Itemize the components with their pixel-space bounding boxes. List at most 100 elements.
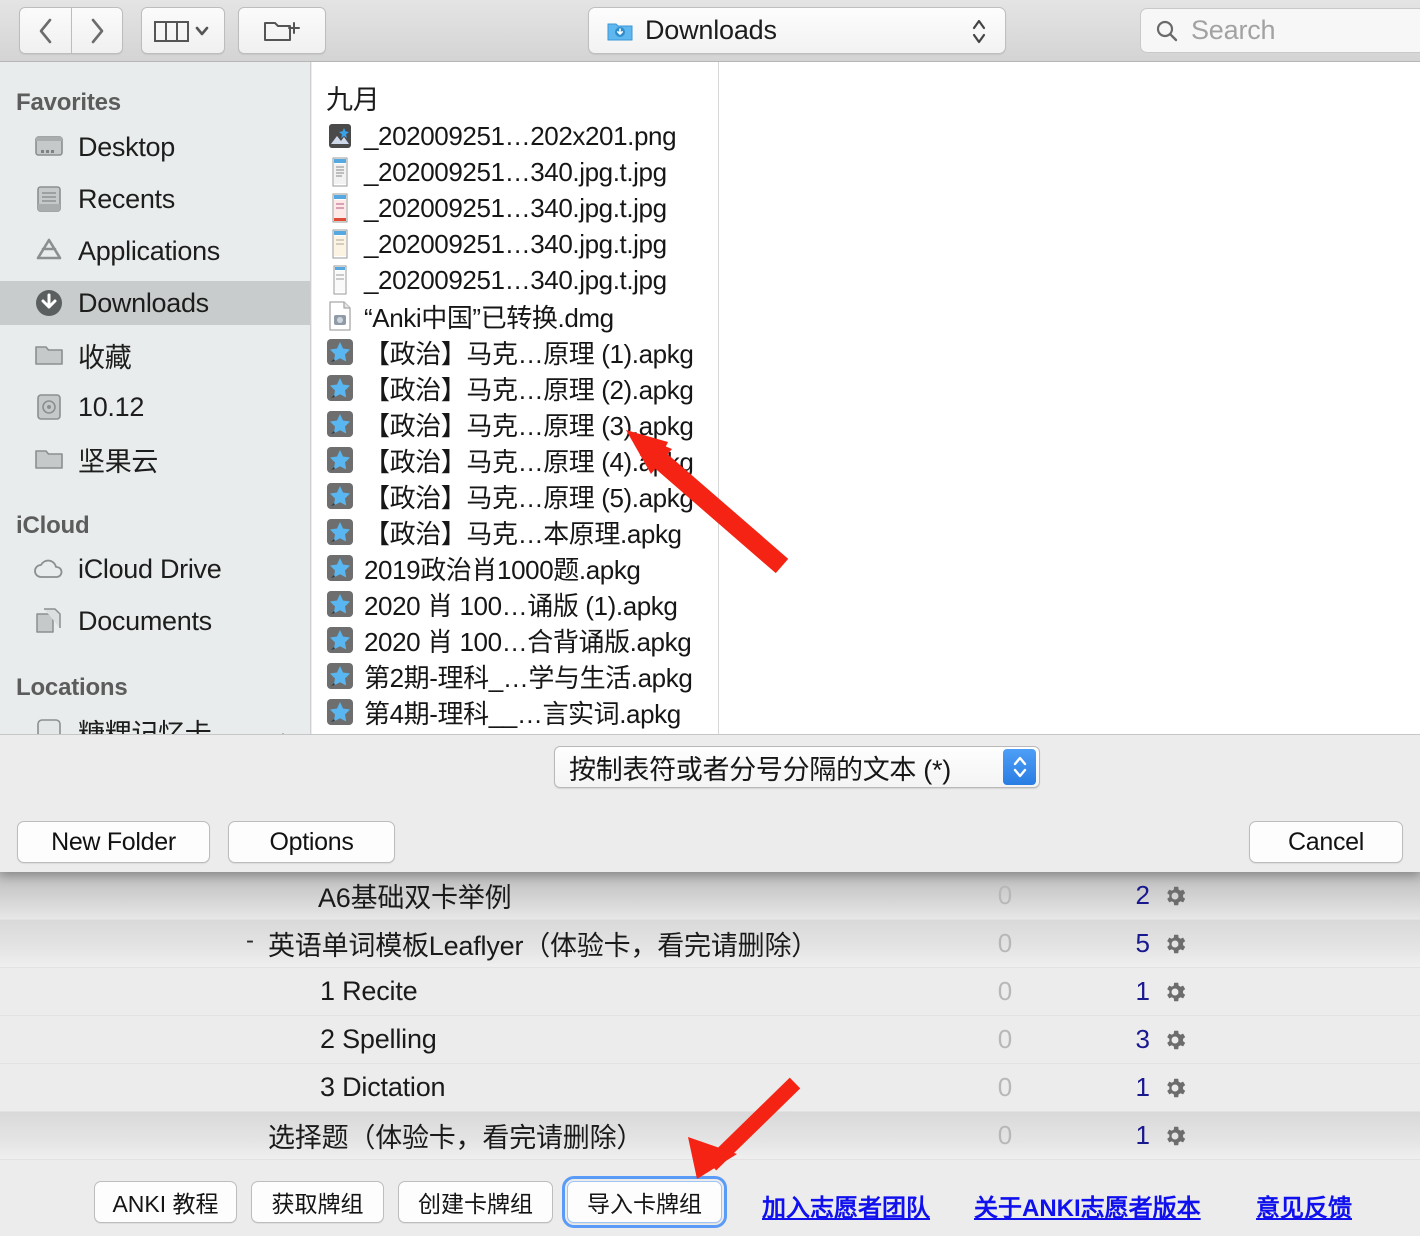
view-mode-button[interactable] [141,7,225,54]
list-item[interactable]: 【政治】马克…本原理.apkg [312,514,718,550]
list-item[interactable]: 【政治】马克…原理 (1).apkg [312,334,718,370]
list-item[interactable]: _202009251…340.jpg.t.jpg [312,154,718,190]
png-preview-icon [326,121,354,151]
file-type-stepper-icon[interactable] [1003,749,1036,785]
finder-toolbar: Downloads Search [0,0,1420,62]
cloud-icon [32,553,66,585]
file-name: 【政治】马克…原理 (3).apkg [364,410,694,441]
list-item[interactable]: 【政治】马克…原理 (2).apkg [312,370,718,406]
file-group-label: 九月 [326,85,380,115]
list-item[interactable]: 第2期-理科_…学与生活.apkg [312,658,718,694]
back-button[interactable] [19,7,71,54]
sidebar-item-label: iCloud Drive [78,553,222,584]
list-item[interactable]: 2020 肖 100…合背诵版.apkg [312,622,718,658]
deck-due-count: 0 [997,928,1013,958]
list-item[interactable]: 【政治】马克…原理 (3).apkg [312,406,718,442]
file-column-2[interactable] [720,62,1420,734]
dialog-action-bar: New Folder Options Cancel [0,812,1420,872]
list-item[interactable]: 【政治】马克…原理 (5).apkg [312,478,718,514]
file-open-dialog: Downloads Search Favorites Desktop Recen… [0,0,1420,872]
gear-icon[interactable] [1158,1119,1192,1153]
gear-icon[interactable] [1158,1071,1192,1105]
table-row[interactable]: A6基础双卡举例 0 2 [0,872,1420,920]
feedback-link[interactable]: 意见反馈 [1256,1188,1352,1223]
sidebar-item-downloads[interactable]: Downloads [0,281,310,325]
deck-due-count: 0 [997,880,1013,910]
sidebar-item-10-12[interactable]: 10.12 [0,385,310,429]
table-row[interactable]: - 英语单词模板Leaflyer（体验卡，看完请删除） 0 5 [0,920,1420,968]
anki-apkg-icon [326,337,354,367]
anki-apkg-icon [326,409,354,439]
sidebar-item-坚果云[interactable]: 坚果云 [0,437,310,481]
table-row[interactable]: 2 Spelling 0 3 [0,1016,1420,1064]
new-folder-action-button[interactable]: New Folder [17,821,210,863]
import-deck-button[interactable]: 导入卡牌组 [562,1176,727,1228]
sidebar-item-label: Documents [78,605,212,636]
table-row[interactable]: 1 Recite 0 1 [0,968,1420,1016]
search-input[interactable]: Search [1140,8,1420,53]
table-row[interactable]: 3 Dictation 0 1 [0,1064,1420,1112]
deck-new-count: 5 [1135,928,1150,958]
folder-icon [32,443,66,475]
about-anki-volunteer-version-link[interactable]: 关于ANKI志愿者版本 [974,1188,1201,1223]
deck-name[interactable]: 3 Dictation [320,1072,446,1103]
file-name: 【政治】马克…原理 (2).apkg [364,374,694,405]
file-name: 第2期-理科_…学与生活.apkg [364,662,693,693]
folder-icon [32,339,66,371]
get-shared-decks-button[interactable]: 获取牌组 [251,1181,384,1223]
deck-due-count: 0 [997,1072,1013,1102]
file-type-select[interactable]: 按制表符或者分号分隔的文本 (*) [554,746,1040,788]
deck-due-count: 0 [997,1120,1013,1150]
sidebar-item-documents[interactable]: Documents [0,599,310,643]
deck-name[interactable]: 2 Spelling [320,1024,437,1055]
file-column-1[interactable]: 九月 _202009251…202x201.png _202009251…340… [312,62,719,734]
sidebar-item-label: 糖粿记忆卡 [78,718,212,735]
list-item[interactable]: _202009251…340.jpg.t.jpg [312,190,718,226]
file-name: _202009251…340.jpg.t.jpg [364,156,667,187]
gear-icon[interactable] [1158,927,1192,961]
deck-name[interactable]: A6基础双卡举例 [318,876,512,915]
sidebar-item-label: 10.12 [78,391,145,422]
chevron-right-icon [91,18,104,43]
deck-name[interactable]: 选择题（体验卡，看完请删除） [268,1116,643,1155]
create-deck-button[interactable]: 创建卡牌组 [398,1181,553,1223]
list-item[interactable]: _202009251…340.jpg.t.jpg [312,226,718,262]
sidebar-section-favorites: Favorites [16,89,121,116]
new-folder-icon [264,21,300,41]
cancel-button[interactable]: Cancel [1249,821,1403,863]
options-button[interactable]: Options [228,821,395,863]
gear-icon[interactable] [1158,1023,1192,1057]
anki-tutorial-button[interactable]: ANKI 教程 [94,1181,237,1223]
list-item[interactable]: “Anki中国”已转换.dmg [312,298,718,334]
gear-icon[interactable] [1158,975,1192,1009]
sidebar-item-收藏[interactable]: 收藏 [0,333,310,377]
sidebar-item-icloud-drive[interactable]: iCloud Drive [0,547,310,591]
forward-button[interactable] [71,7,123,54]
anki-apkg-icon [326,625,354,655]
list-item[interactable]: 【政治】马克…原理 (4).apkg [312,442,718,478]
list-item[interactable]: _202009251…340.jpg.t.jpg [312,262,718,298]
deck-new-count: 2 [1135,880,1150,910]
sidebar-item-recents[interactable]: Recents [0,177,310,221]
deck-due-count: 0 [997,976,1013,1006]
list-item[interactable]: 第4期-理科__…言实词.apkg [312,694,718,730]
sidebar-item-糖粿记忆卡[interactable]: 糖粿记忆卡 [0,709,310,735]
list-item[interactable]: _202009251…202x201.png [312,118,718,154]
table-row[interactable]: 选择题（体验卡，看完请删除） 0 1 [0,1112,1420,1160]
deck-collapse-toggle[interactable]: - [240,929,260,953]
path-stepper-icon[interactable] [971,16,987,47]
new-folder-button[interactable] [238,7,326,54]
deck-name[interactable]: 英语单词模板Leaflyer（体验卡，看完请删除） [268,924,818,963]
join-volunteer-team-link[interactable]: 加入志愿者团队 [762,1188,930,1223]
sidebar-item-desktop[interactable]: Desktop [0,125,310,169]
list-item[interactable]: 2020 肖 100…诵版 (1).apkg [312,586,718,622]
path-popup-button[interactable]: Downloads [588,7,1006,54]
hard-disk-icon [32,391,66,423]
deck-name[interactable]: 1 Recite [320,976,418,1007]
sidebar-item-applications[interactable]: Applications [0,229,310,273]
list-item[interactable]: 2019政治肖1000题.apkg [312,550,718,586]
sidebar-section-locations: Locations [16,674,128,701]
file-name: 2020 肖 100…合背诵版.apkg [364,626,692,657]
gear-icon[interactable] [1158,879,1192,913]
deck-new-count: 3 [1135,1024,1150,1054]
